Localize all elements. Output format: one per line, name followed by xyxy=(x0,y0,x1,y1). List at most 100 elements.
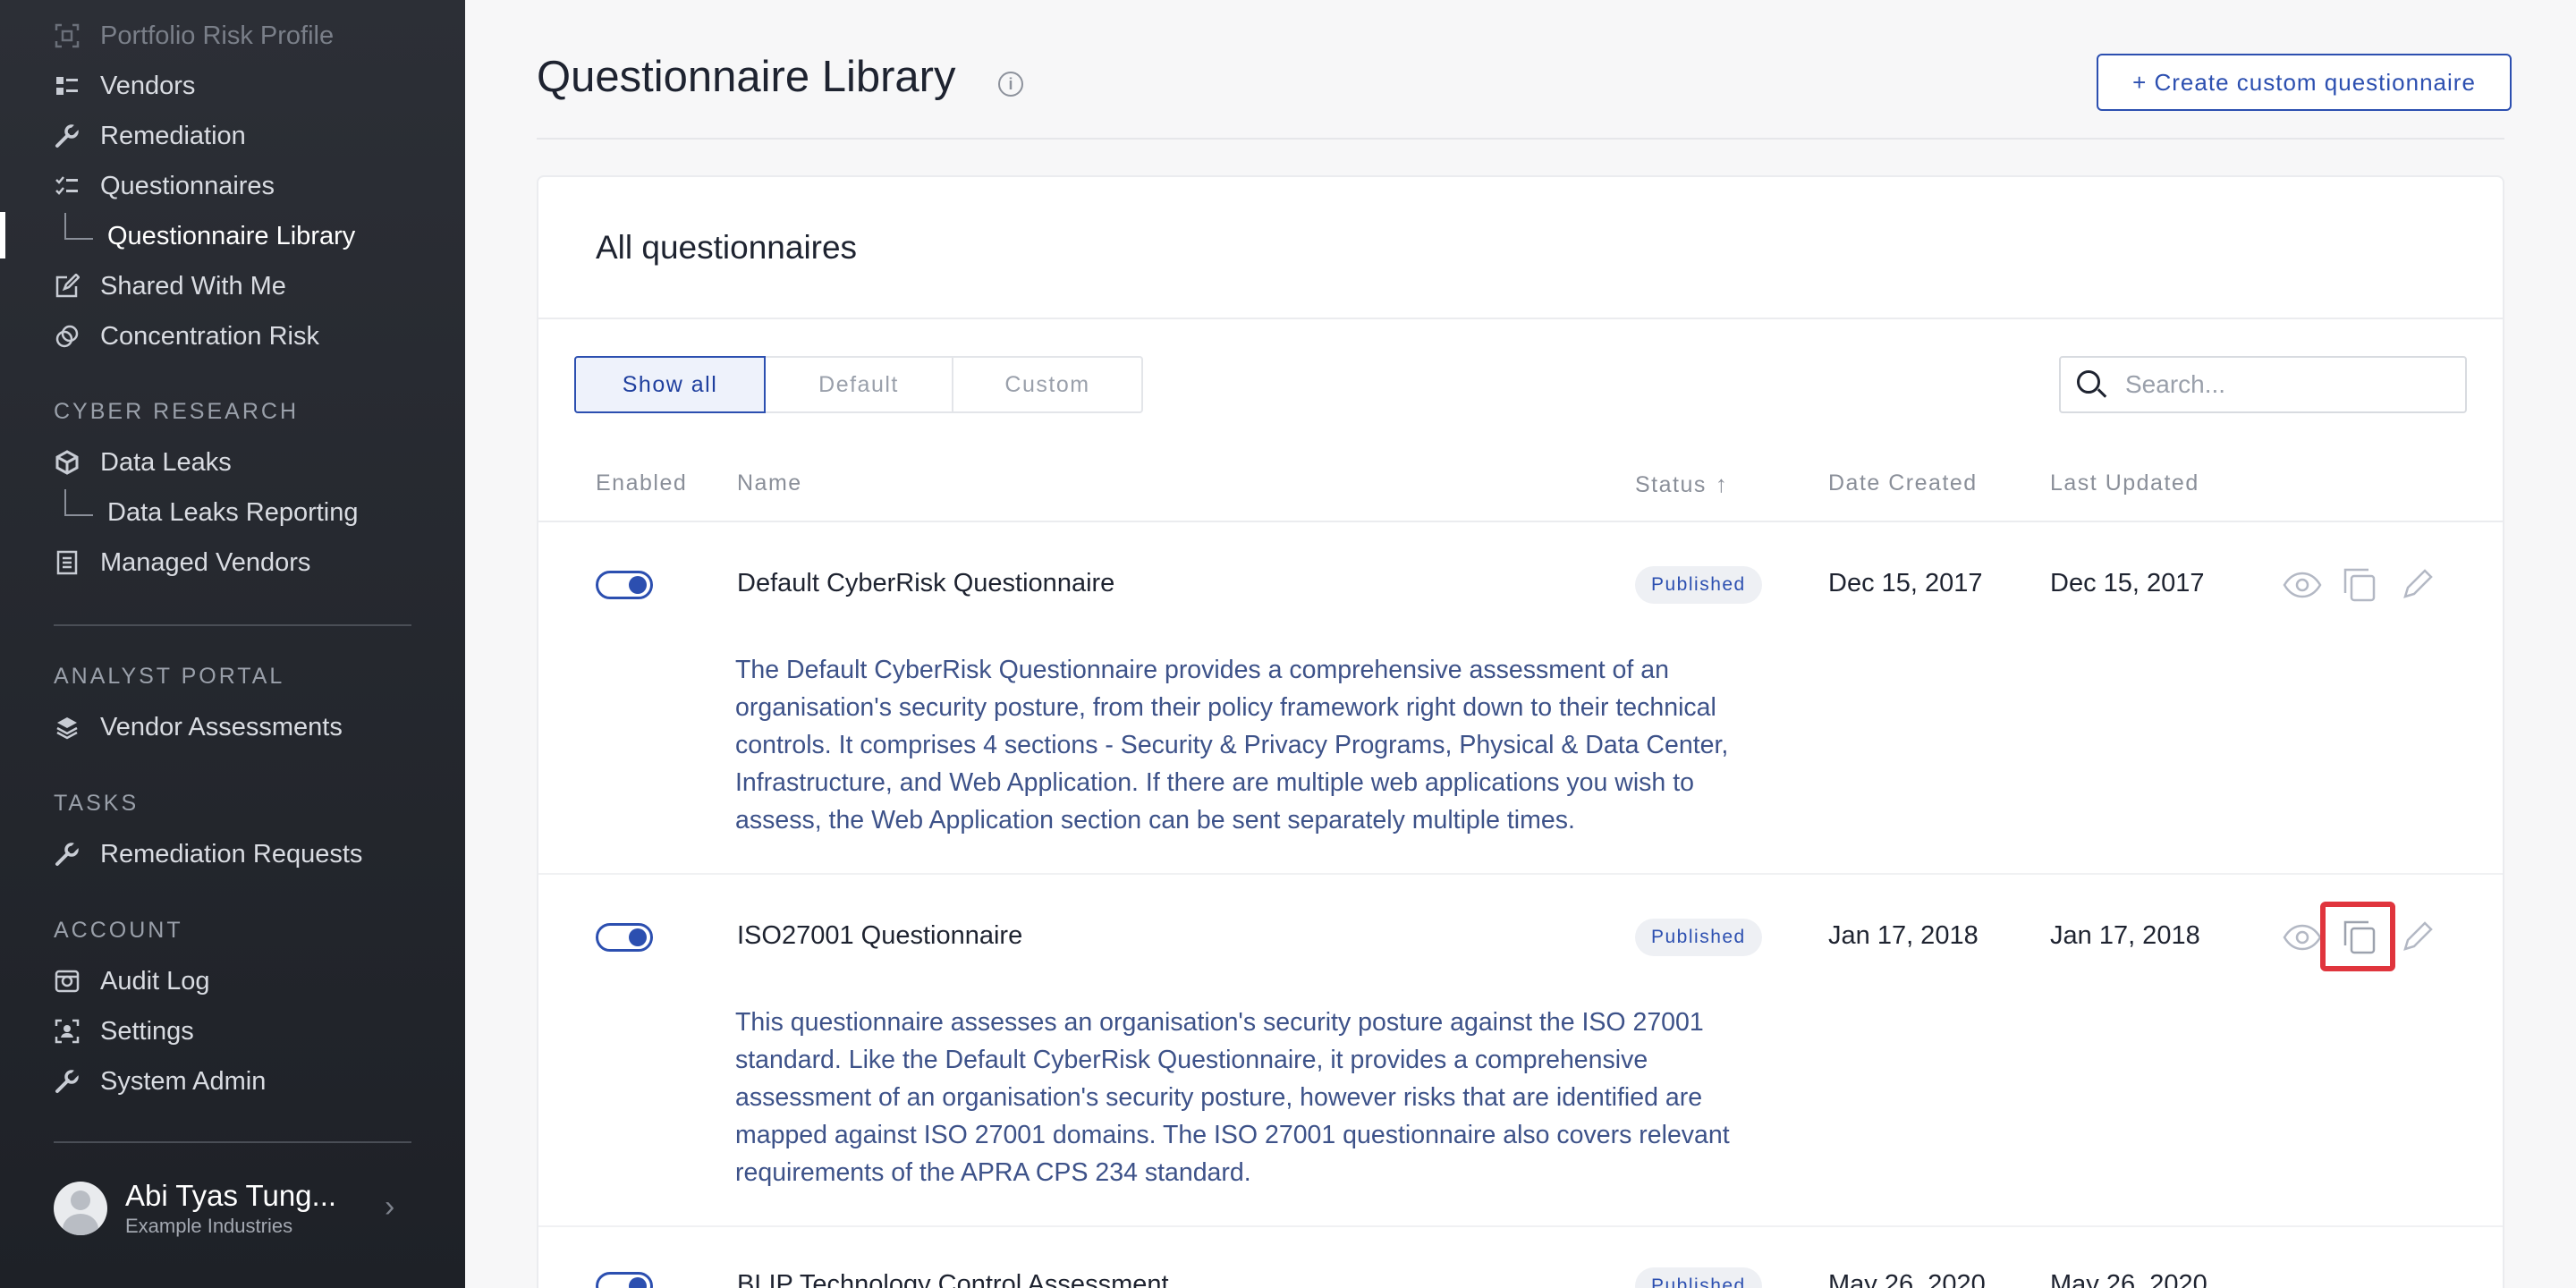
enabled-toggle[interactable] xyxy=(596,571,653,599)
sidebar-item-label: Data Leaks Reporting xyxy=(107,498,359,528)
date-created: Jan 17, 2018 xyxy=(1828,921,1979,951)
questionnaire-name[interactable]: BLIP Technology Control Assessment xyxy=(737,1270,1169,1288)
sidebar-item-label: Portfolio Risk Profile xyxy=(100,21,334,51)
sidebar-item-questionnaires[interactable]: Questionnaires xyxy=(54,165,275,208)
duplicate-copy-icon[interactable] xyxy=(2338,564,2381,606)
status-badge: Published xyxy=(1635,919,1762,956)
concentration-icon xyxy=(54,323,80,350)
edit-doc-icon xyxy=(54,273,80,300)
sort-arrow-up-icon: ↑ xyxy=(1716,470,1729,498)
status-badge: Published xyxy=(1635,566,1762,604)
last-updated: May 26, 2020 xyxy=(2050,1270,2207,1288)
description-line: organisation's security posture, from th… xyxy=(735,689,1791,726)
sidebar-item-concentration-risk[interactable]: Concentration Risk xyxy=(54,315,319,358)
page-title: Questionnaire Library xyxy=(537,52,955,102)
sidebar-item-label: Remediation Requests xyxy=(100,840,362,869)
questionnaire-name[interactable]: ISO27001 Questionnaire xyxy=(737,921,1022,951)
description-line: controls. It comprises 4 sections - Secu… xyxy=(735,726,1791,764)
sidebar-item-system-admin[interactable]: System Admin xyxy=(54,1060,266,1103)
enabled-toggle[interactable] xyxy=(596,1272,653,1288)
table-header-divider xyxy=(538,521,2503,522)
description-line: This questionnaire assesses an organisat… xyxy=(735,1004,1791,1041)
sidebar-item-data-leaks[interactable]: Data Leaks xyxy=(54,441,232,484)
row-divider xyxy=(538,873,2503,875)
wrench-icon xyxy=(54,1068,80,1095)
column-header-label: Status xyxy=(1635,472,1707,497)
header-divider xyxy=(537,138,2504,140)
column-header-status[interactable]: Status ↑ xyxy=(1635,470,1728,498)
card-divider xyxy=(538,318,2503,319)
filter-default[interactable]: Default xyxy=(766,356,953,413)
questionnaire-name[interactable]: Default CyberRisk Questionnaire xyxy=(737,569,1114,598)
filter-tabs: Show all Default Custom xyxy=(574,356,1143,413)
search-box xyxy=(2059,356,2467,413)
user-profile[interactable]: Abi Tyas Tung... Example Industries xyxy=(54,1179,336,1238)
wrench-icon xyxy=(54,123,80,149)
description-line: The Default CyberRisk Questionnaire prov… xyxy=(735,651,1791,689)
last-updated: Dec 15, 2017 xyxy=(2050,569,2205,598)
info-icon[interactable]: i xyxy=(998,72,1023,97)
sidebar-item-managed-vendors[interactable]: Managed Vendors xyxy=(54,541,310,584)
enabled-toggle[interactable] xyxy=(596,923,653,952)
section-heading-analyst-portal: ANALYST PORTAL xyxy=(54,664,284,690)
date-created: May 26, 2020 xyxy=(1828,1270,1986,1288)
portfolio-icon xyxy=(54,22,80,49)
search-input[interactable] xyxy=(2125,370,2447,399)
sidebar-item-vendor-assessments[interactable]: Vendor Assessments xyxy=(54,706,343,749)
sidebar-item-label: Questionnaires xyxy=(100,172,275,201)
highlight-box xyxy=(2320,902,2395,971)
sidebar-item-data-leaks-reporting[interactable]: Data Leaks Reporting xyxy=(64,491,359,534)
sidebar-item-label: Data Leaks xyxy=(100,448,232,478)
sidebar-item-label: Concentration Risk xyxy=(100,322,319,352)
sidebar-divider xyxy=(54,624,411,626)
sidebar-item-remediation-requests[interactable]: Remediation Requests xyxy=(54,833,362,876)
description-line: assess, the Web Application section can … xyxy=(735,801,1791,839)
edit-pencil-icon[interactable] xyxy=(2395,916,2438,959)
filter-show-all[interactable]: Show all xyxy=(574,356,766,413)
sidebar-item-label: Questionnaire Library xyxy=(107,222,355,251)
sidebar-item-label: Remediation xyxy=(100,122,246,151)
sidebar-item-label: Shared With Me xyxy=(100,272,286,301)
sidebar-item-audit-log[interactable]: Audit Log xyxy=(54,960,210,1003)
section-heading-tasks: TASKS xyxy=(54,791,139,817)
filter-custom[interactable]: Custom xyxy=(953,356,1143,413)
description-line: mapped against ISO 27001 domains. The IS… xyxy=(735,1116,1791,1154)
sidebar-item-label: Vendor Assessments xyxy=(100,713,343,742)
chevron-right-icon[interactable]: › xyxy=(385,1190,394,1224)
date-created: Dec 15, 2017 xyxy=(1828,569,1983,598)
sidebar-item-shared-with-me[interactable]: Shared With Me xyxy=(54,265,286,308)
sidebar-item-label: Audit Log xyxy=(100,967,210,996)
sidebar-item-remediation[interactable]: Remediation xyxy=(54,114,246,157)
section-heading-account: ACCOUNT xyxy=(54,918,183,944)
avatar xyxy=(54,1182,107,1235)
settings-icon xyxy=(54,1018,80,1045)
sidebar-item-portfolio-risk-profile[interactable]: Portfolio Risk Profile xyxy=(54,14,334,57)
user-name: Abi Tyas Tung... xyxy=(125,1179,336,1213)
column-header-name[interactable]: Name xyxy=(737,470,802,496)
description-line: requirements of the APRA CPS 234 standar… xyxy=(735,1154,1791,1191)
column-header-last-updated[interactable]: Last Updated xyxy=(2050,470,2199,496)
tree-connector xyxy=(64,489,93,516)
sidebar-item-settings[interactable]: Settings xyxy=(54,1010,194,1053)
active-indicator xyxy=(0,212,5,258)
sidebar-item-vendors[interactable]: Vendors xyxy=(54,64,195,107)
questionnaire-description: This questionnaire assesses an organisat… xyxy=(735,1004,1791,1191)
column-header-enabled: Enabled xyxy=(596,470,687,496)
description-line: Infrastructure, and Web Application. If … xyxy=(735,764,1791,801)
create-custom-questionnaire-button[interactable]: + Create custom questionnaire xyxy=(2097,54,2512,111)
edit-pencil-icon[interactable] xyxy=(2395,564,2438,606)
list-icon xyxy=(54,72,80,99)
column-header-date-created[interactable]: Date Created xyxy=(1828,470,1978,496)
sidebar-item-label: System Admin xyxy=(100,1067,266,1097)
document-icon xyxy=(54,549,80,576)
view-eye-icon[interactable] xyxy=(2281,564,2324,606)
tree-connector xyxy=(64,213,93,240)
view-eye-icon[interactable] xyxy=(2281,916,2324,959)
section-heading-cyber-research: CYBER RESEARCH xyxy=(54,399,299,425)
user-org: Example Industries xyxy=(125,1215,336,1238)
sidebar: Portfolio Risk Profile Vendors Remediati… xyxy=(0,0,465,1288)
sidebar-item-label: Settings xyxy=(100,1017,194,1046)
last-updated: Jan 17, 2018 xyxy=(2050,921,2200,951)
sidebar-item-questionnaire-library[interactable]: Questionnaire Library xyxy=(64,215,355,258)
status-badge: Published xyxy=(1635,1267,1762,1288)
